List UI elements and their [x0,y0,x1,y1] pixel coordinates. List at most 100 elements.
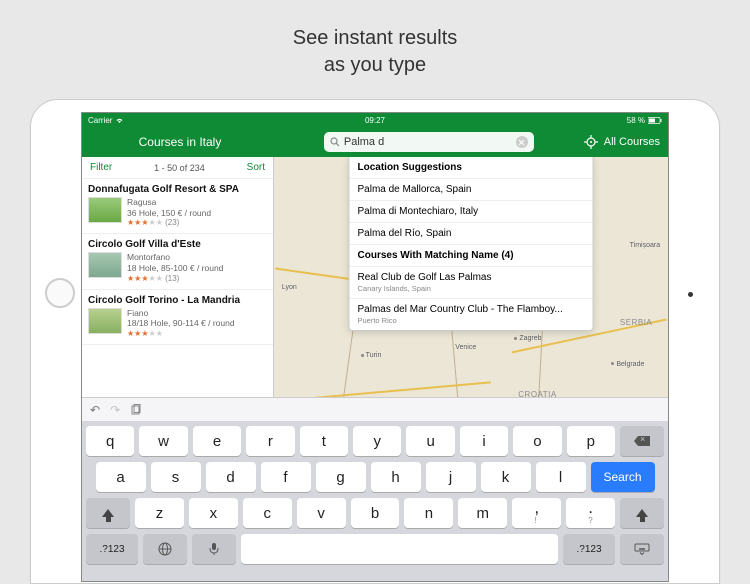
shift-key[interactable] [86,498,130,528]
filter-button[interactable]: Filter [90,162,112,173]
map-label: Lyon [282,284,297,291]
key-s[interactable]: s [151,462,201,492]
keyboard-toolbar: ↶ ↷ [82,397,668,421]
numbers-key-right[interactable]: .?123 [563,534,615,564]
course-name: Circolo Golf Torino - La Mandria [88,295,267,306]
key-comma[interactable]: ,! [512,498,561,528]
key-g[interactable]: g [316,462,366,492]
mic-key[interactable] [192,534,236,564]
backspace-key[interactable] [620,426,664,456]
map-country: Serbia [620,318,652,327]
course-rating: ★★★★★ (23) [127,218,211,228]
suggestion-item[interactable]: Palma de Mallorca, Spain [350,179,593,201]
backspace-icon [634,436,650,446]
key-j[interactable]: j [426,462,476,492]
suggestion-name: Real Club de Golf Las Palmas [358,272,585,283]
keyboard-row: .?123 .?123 [86,534,664,564]
battery-icon [648,117,662,124]
result-count: 1 - 50 of 234 [154,163,205,173]
key-c[interactable]: c [243,498,292,528]
key-o[interactable]: o [513,426,561,456]
course-thumbnail [88,197,122,223]
search-icon [330,137,340,147]
battery-label: 58 % [627,116,645,125]
globe-icon [158,542,172,556]
tablet-frame: Carrier 09:27 58 % Courses in Italy [30,99,720,584]
nav-bar: Courses in Italy Palma d All Courses [82,127,668,157]
suggestion-item[interactable]: Real Club de Golf Las Palmas Canary Isla… [350,267,593,299]
shift-key-right[interactable] [620,498,664,528]
course-location: Montorfano [127,252,223,263]
home-button [45,278,75,308]
promo-heading: See instant results as you type [0,0,750,99]
suggestion-sub: Puerto Rico [358,316,585,325]
clock: 09:27 [365,116,385,125]
search-input[interactable]: Palma d [324,132,534,152]
key-x[interactable]: x [189,498,238,528]
numbers-key[interactable]: .?123 [86,534,138,564]
key-e[interactable]: e [193,426,241,456]
suggestion-item[interactable]: Palmas del Mar Country Club - The Flambo… [350,299,593,330]
carrier-label: Carrier [88,116,112,125]
key-z[interactable]: z [135,498,184,528]
course-location: Ragusa [127,197,211,208]
key-w[interactable]: w [139,426,187,456]
list-item[interactable]: Circolo Golf Villa d'Este Montorfano 18 … [82,234,273,289]
space-key[interactable] [241,534,558,564]
key-u[interactable]: u [406,426,454,456]
clear-search-icon[interactable] [516,136,528,148]
key-k[interactable]: k [481,462,531,492]
course-detail: 36 Hole, 150 € / round [127,208,211,219]
keyboard-row: z x c v b n m ,! .? [86,498,664,528]
list-item[interactable]: Circolo Golf Torino - La Mandria Fiano 1… [82,290,273,345]
search-suggestions: Location Suggestions Palma de Mallorca, … [349,157,594,331]
key-b[interactable]: b [351,498,400,528]
suggestion-sub: Canary Islands, Spain [358,284,585,293]
list-item[interactable]: Donnafugata Golf Resort & SPA Ragusa 36 … [82,179,273,234]
key-m[interactable]: m [458,498,507,528]
locate-icon[interactable] [584,135,598,149]
key-a[interactable]: a [96,462,146,492]
key-l[interactable]: l [536,462,586,492]
redo-icon[interactable]: ↷ [110,403,120,417]
dismiss-keyboard-key[interactable] [620,534,664,564]
search-query: Palma d [344,136,516,148]
course-thumbnail [88,308,122,334]
suggestions-header: Location Suggestions [350,157,593,179]
keyboard: q w e r t y u i o p a s d f g h j k [82,421,668,581]
key-q[interactable]: q [86,426,134,456]
course-thumbnail [88,252,122,278]
globe-key[interactable] [143,534,187,564]
key-f[interactable]: f [261,462,311,492]
key-n[interactable]: n [404,498,453,528]
key-v[interactable]: v [297,498,346,528]
sort-button[interactable]: Sort [247,162,265,173]
map-label: Venice [455,344,476,351]
key-t[interactable]: t [300,426,348,456]
course-detail: 18/18 Hole, 90-114 € / round [127,318,235,329]
suggestion-item[interactable]: Palma del Río, Spain [350,223,593,245]
undo-icon[interactable]: ↶ [90,403,100,417]
paste-icon[interactable] [130,404,142,416]
suggestion-name: Palmas del Mar Country Club - The Flambo… [358,304,585,315]
map-label: Turin [361,352,382,359]
shift-icon [636,509,648,517]
key-y[interactable]: y [353,426,401,456]
wifi-icon [115,117,124,124]
all-courses-button[interactable]: All Courses [604,136,660,148]
key-period[interactable]: .? [566,498,615,528]
key-r[interactable]: r [246,426,294,456]
key-p[interactable]: p [567,426,615,456]
course-location: Fiano [127,308,235,319]
status-bar: Carrier 09:27 58 % [82,113,668,127]
suggestion-item[interactable]: Palma di Montechiaro, Italy [350,201,593,223]
course-name: Donnafugata Golf Resort & SPA [88,184,267,195]
key-h[interactable]: h [371,462,421,492]
keyboard-row: a s d f g h j k l Search [86,462,664,492]
key-d[interactable]: d [206,462,256,492]
map-label: Timișoara [630,242,660,249]
search-key[interactable]: Search [591,462,655,492]
keyboard-icon [634,543,650,555]
key-i[interactable]: i [460,426,508,456]
course-rating: ★★★★★ [127,329,235,339]
